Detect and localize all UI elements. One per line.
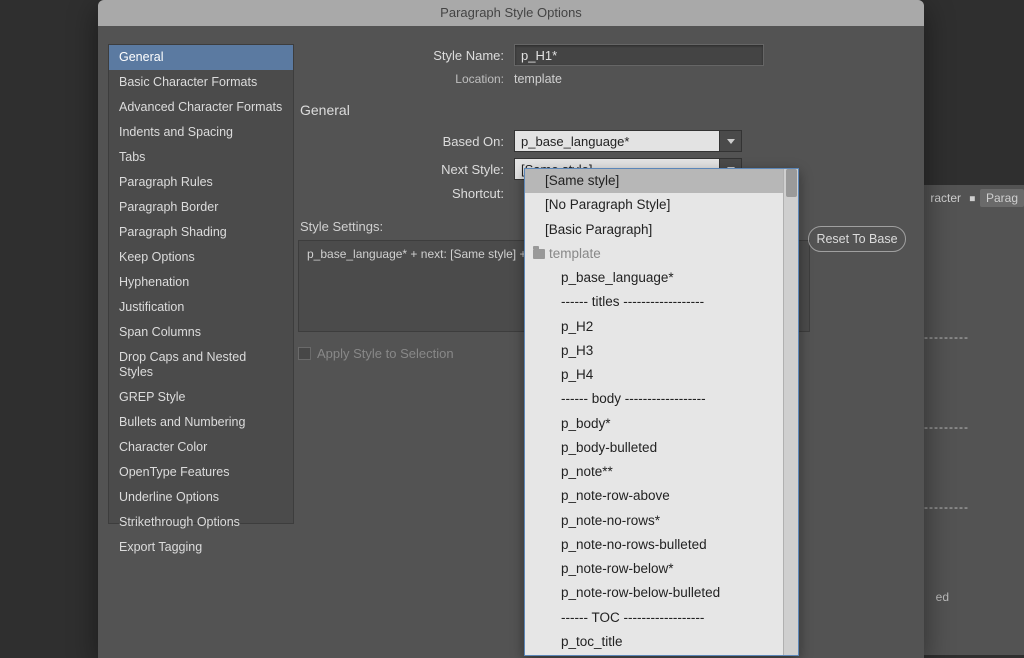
chevron-down-icon bbox=[727, 139, 735, 144]
sidebar-item[interactable]: Justification bbox=[109, 295, 293, 320]
dropdown-item[interactable]: p_body* bbox=[525, 412, 783, 436]
next-style-dropdown-list[interactable]: [Same style][No Paragraph Style][Basic P… bbox=[524, 168, 799, 656]
sidebar-item[interactable]: Character Color bbox=[109, 435, 293, 460]
sidebar-item[interactable]: Tabs bbox=[109, 145, 293, 170]
dropdown-item[interactable]: p_toc_title bbox=[525, 630, 783, 654]
bg-divider: --------- bbox=[924, 420, 1024, 434]
dropdown-item[interactable]: p_note** bbox=[525, 460, 783, 484]
dropdown-item[interactable]: ------ titles ------------------ bbox=[525, 290, 783, 314]
dropdown-item[interactable]: p_body-bulleted bbox=[525, 436, 783, 460]
dropdown-item[interactable]: ------ body ------------------ bbox=[525, 387, 783, 411]
sidebar-item[interactable]: Paragraph Shading bbox=[109, 220, 293, 245]
apply-style-checkbox[interactable] bbox=[298, 347, 311, 360]
dropdown-item[interactable]: p_note-row-below* bbox=[525, 557, 783, 581]
sidebar-item[interactable]: Paragraph Rules bbox=[109, 170, 293, 195]
sidebar-item[interactable]: Span Columns bbox=[109, 320, 293, 345]
sidebar-item[interactable]: Strikethrough Options bbox=[109, 510, 293, 535]
sidebar-item[interactable]: Bullets and Numbering bbox=[109, 410, 293, 435]
options-sidebar: GeneralBasic Character FormatsAdvanced C… bbox=[108, 44, 294, 524]
sidebar-item[interactable]: OpenType Features bbox=[109, 460, 293, 485]
sidebar-item[interactable]: General bbox=[109, 45, 293, 70]
sidebar-item[interactable]: Keep Options bbox=[109, 245, 293, 270]
sidebar-item[interactable]: Hyphenation bbox=[109, 270, 293, 295]
dropdown-folder-header: template bbox=[525, 242, 783, 266]
dropdown-item[interactable]: p_H4 bbox=[525, 363, 783, 387]
dropdown-item[interactable]: p_note-row-above bbox=[525, 484, 783, 508]
paragraph-style-options-dialog: Paragraph Style Options GeneralBasic Cha… bbox=[98, 0, 924, 658]
dropdown-item[interactable]: p_H3 bbox=[525, 339, 783, 363]
bg-divider: --------- bbox=[924, 500, 1024, 514]
bg-ed-text: ed bbox=[936, 590, 949, 604]
location-value: template bbox=[514, 72, 562, 86]
sidebar-item[interactable]: GREP Style bbox=[109, 385, 293, 410]
based-on-value: p_base_language* bbox=[514, 130, 720, 152]
dropdown-item[interactable]: [Same style] bbox=[525, 169, 783, 193]
dropdown-item[interactable]: p_note-no-rows-bulleted bbox=[525, 533, 783, 557]
bg-tabs: racter ◆ Parag bbox=[924, 188, 1024, 208]
sidebar-item[interactable]: Underline Options bbox=[109, 485, 293, 510]
style-name-input[interactable] bbox=[514, 44, 764, 66]
apply-style-label: Apply Style to Selection bbox=[317, 346, 454, 361]
diamond-icon: ◆ bbox=[966, 192, 979, 205]
style-name-label: Style Name: bbox=[298, 48, 514, 63]
tab-paragraph[interactable]: Parag bbox=[980, 189, 1024, 207]
dropdown-item[interactable]: p_toc_body-bold bbox=[525, 654, 783, 656]
based-on-combo[interactable]: p_base_language* bbox=[514, 130, 742, 152]
dropdown-item[interactable]: p_H2 bbox=[525, 315, 783, 339]
sidebar-item[interactable]: Advanced Character Formats bbox=[109, 95, 293, 120]
dropdown-scrollbar[interactable] bbox=[783, 169, 798, 655]
bg-divider: --------- bbox=[924, 330, 1024, 344]
section-title-general: General bbox=[300, 102, 914, 118]
next-style-label: Next Style: bbox=[298, 162, 514, 177]
dropdown-item[interactable]: ------ TOC ------------------ bbox=[525, 606, 783, 630]
sidebar-item[interactable]: Export Tagging bbox=[109, 535, 293, 560]
sidebar-item[interactable]: Paragraph Border bbox=[109, 195, 293, 220]
shortcut-label: Shortcut: bbox=[298, 186, 514, 201]
based-on-label: Based On: bbox=[298, 134, 514, 149]
dropdown-item[interactable]: p_note-row-below-bulleted bbox=[525, 581, 783, 605]
sidebar-item[interactable]: Indents and Spacing bbox=[109, 120, 293, 145]
dropdown-item[interactable]: [No Paragraph Style] bbox=[525, 193, 783, 217]
dropdown-item[interactable]: p_note-no-rows* bbox=[525, 509, 783, 533]
tab-character[interactable]: racter bbox=[924, 189, 967, 207]
based-on-dropdown-button[interactable] bbox=[720, 130, 742, 152]
sidebar-item[interactable]: Drop Caps and Nested Styles bbox=[109, 345, 293, 385]
folder-icon bbox=[533, 249, 545, 259]
location-label: Location: bbox=[298, 72, 514, 86]
sidebar-item[interactable]: Basic Character Formats bbox=[109, 70, 293, 95]
reset-to-base-button[interactable]: Reset To Base bbox=[808, 226, 906, 252]
dialog-title: Paragraph Style Options bbox=[98, 0, 924, 26]
dropdown-scroll-thumb[interactable] bbox=[786, 169, 797, 197]
dropdown-item[interactable]: p_base_language* bbox=[525, 266, 783, 290]
dropdown-item[interactable]: [Basic Paragraph] bbox=[525, 218, 783, 242]
